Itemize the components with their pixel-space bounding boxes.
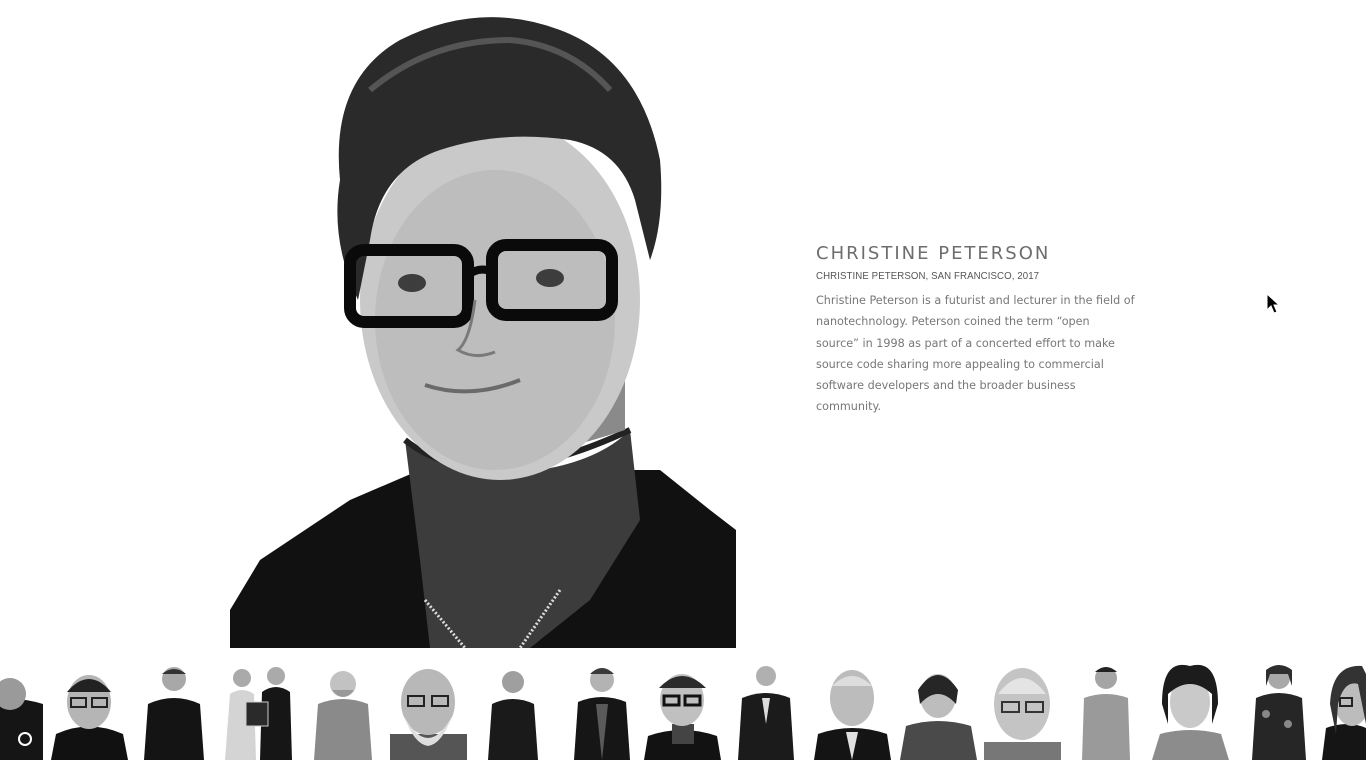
- mouse-cursor-icon: [1266, 292, 1281, 320]
- thumbnail-portrait-7[interactable]: [480, 664, 546, 760]
- thumbnail-portrait-12[interactable]: [900, 664, 977, 760]
- thumbnail-portrait-9[interactable]: [644, 664, 721, 760]
- thumbnail-portrait-14[interactable]: [1074, 664, 1138, 760]
- thumbnail-portrait-10[interactable]: [730, 664, 802, 760]
- thumbnail-portrait-1[interactable]: [0, 664, 43, 760]
- thumbnail-portrait-11[interactable]: [814, 664, 891, 760]
- thumbnail-portrait-8[interactable]: [566, 664, 638, 760]
- person-description: Christine Peterson is a futurist and lec…: [816, 294, 1135, 414]
- portrait-info-panel: CHRISTINE PETERSON CHRISTINE PETERSON, S…: [816, 242, 1136, 418]
- photo-caption: CHRISTINE PETERSON, SAN FRANCISCO, 2017: [816, 270, 1040, 282]
- thumbnail-portrait-17[interactable]: [1322, 664, 1366, 760]
- featured-portrait-image: [230, 0, 736, 648]
- thumbnail-portrait-13[interactable]: [984, 664, 1061, 760]
- thumbnail-portrait-6[interactable]: [390, 664, 467, 760]
- thumbnail-strip[interactable]: [0, 664, 1366, 768]
- thumbnail-portrait-4[interactable]: [220, 664, 298, 760]
- person-name: CHRISTINE PETERSON: [816, 243, 1051, 264]
- thumbnail-portrait-15[interactable]: [1152, 664, 1229, 760]
- thumbnail-portrait-3[interactable]: [140, 664, 208, 760]
- thumbnail-portrait-5[interactable]: [310, 664, 376, 760]
- thumbnail-portrait-2[interactable]: [51, 664, 128, 760]
- thumbnail-portrait-16[interactable]: [1246, 664, 1312, 760]
